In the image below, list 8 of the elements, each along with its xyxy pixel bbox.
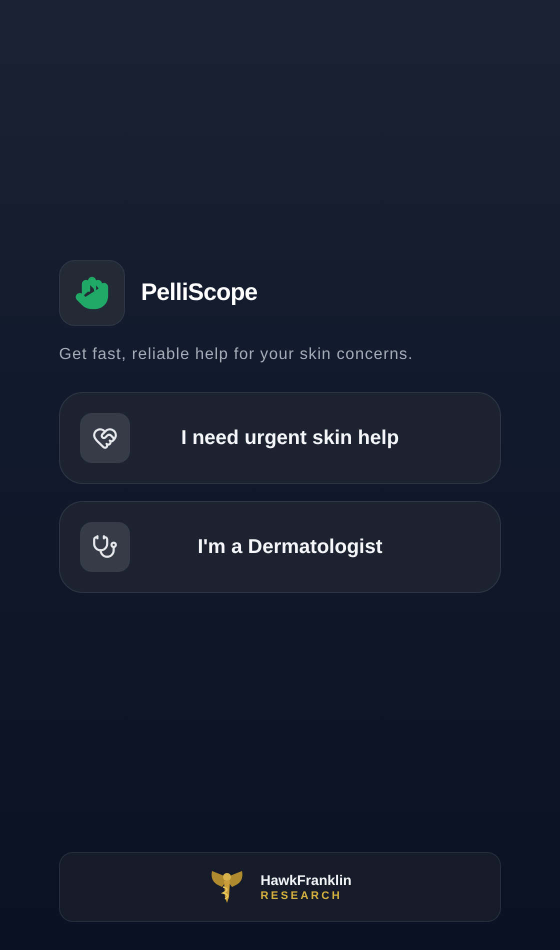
hand-icon: [74, 275, 110, 311]
role-option-button[interactable]: I'm a Dermatologist: [59, 501, 501, 593]
brand-subtitle: RESEARCH: [260, 890, 344, 902]
stethoscope-icon: [92, 534, 118, 560]
tagline: Get fast, reliable help for your skin concerns.: [59, 346, 414, 364]
app-name: PelliScope: [141, 279, 258, 307]
role-option-button[interactable]: I need urgent skin help: [59, 392, 501, 484]
brand-name: HawkFranklin: [260, 872, 352, 888]
